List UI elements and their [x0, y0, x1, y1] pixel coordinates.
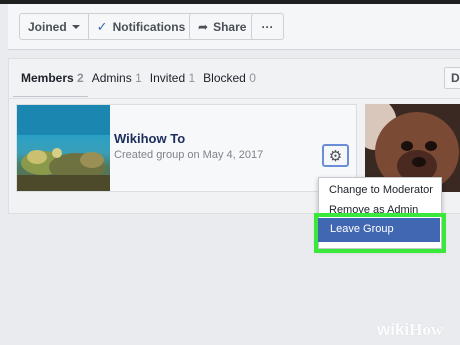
check-icon: ✓ [96, 18, 108, 34]
member-card: Wikihow To Created group on May 4, 2017 [16, 104, 357, 192]
menu-item-change-to-moderator[interactable]: Change to Moderator [329, 184, 433, 196]
share-icon: ➦ [198, 19, 209, 34]
notifications-button[interactable]: ✓ Notifications [88, 13, 195, 40]
share-button[interactable]: ➦ Share [189, 13, 256, 40]
tab-members[interactable]: Members 2 [13, 71, 88, 97]
member-subtitle: Created group on May 4, 2017 [114, 149, 264, 161]
member-avatar[interactable] [17, 105, 110, 191]
wikihow-watermark: wikiHow [377, 320, 444, 339]
group-action-bar: Joined ✓ Notifications ➦ Share ··· [8, 4, 460, 50]
share-label: Share [213, 19, 247, 34]
tab-invited[interactable]: Invited 1 [150, 71, 195, 85]
notifications-label: Notifications [112, 19, 186, 34]
more-dots-icon: ··· [261, 19, 274, 34]
caret-down-icon [71, 24, 80, 29]
tabs-divider [9, 98, 460, 99]
member-name[interactable]: Wikihow To [114, 131, 185, 146]
gear-icon: ⚙ [328, 147, 343, 165]
right-tab-button[interactable]: De [444, 67, 460, 89]
membership-button-group: Joined ✓ Notifications [19, 13, 195, 40]
more-button[interactable]: ··· [251, 13, 284, 40]
joined-button[interactable]: Joined [19, 13, 89, 40]
highlight-box [314, 213, 446, 253]
members-tabs: Members 2 Admins 1 Invited 1 Blocked 0 [13, 71, 256, 97]
tab-admins[interactable]: Admins 1 [92, 71, 142, 85]
gear-settings-button[interactable]: ⚙ [322, 144, 349, 167]
joined-label: Joined [28, 19, 67, 34]
tab-blocked[interactable]: Blocked 0 [203, 71, 256, 85]
